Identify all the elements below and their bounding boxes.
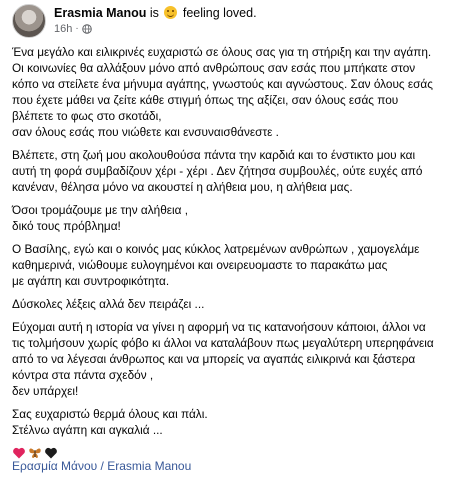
post-text-line: Στέλνω αγάπη και αγκαλιά ... xyxy=(12,423,163,437)
post-paragraph: Όσοι τρομάζουμε με την αλήθεια , δικό του… xyxy=(12,202,462,234)
post-text-line: δικό τους πρόβλημα! xyxy=(12,219,121,233)
header-line: Erasmia Manou is feeling loved. xyxy=(54,5,454,21)
is-word: is xyxy=(149,6,159,20)
post-text-line: κόντρα στα πάντα σχεδόν , xyxy=(12,368,154,382)
post-paragraph: Ο Βασίλης, εγώ και ο κοινός μας κύκλος λ… xyxy=(12,241,462,289)
post-text-line: Όσοι τρομάζουμε με την αλήθεια , xyxy=(12,203,189,217)
author-name[interactable]: Erasmia Manou xyxy=(54,6,146,20)
post-body: Ένα μεγάλο και ειλικρινές ευχαριστώ σε ό… xyxy=(12,44,462,461)
post-text-line: Ένα μεγάλο και ειλικρινές ευχαριστώ σε ό… xyxy=(12,45,432,59)
post-text-line: Δύσκολες λέξεις αλλά δεν πειράζει ... xyxy=(12,297,205,311)
post-text-line: με αγάπη και συντροφικότητα. xyxy=(12,274,170,288)
tag-link-greek[interactable]: Ερασμία Μάνου xyxy=(12,459,97,473)
post-text-line: Σας ευχαριστώ θερμά όλους και πάλι. xyxy=(12,407,208,421)
post-paragraph: Σας ευχαριστώ θερμά όλους και πάλι. Στέλν… xyxy=(12,406,462,438)
post-paragraph: Δύσκολες λέξεις αλλά δεν πειράζει ... xyxy=(12,296,462,312)
post-text-line: που έχετε μάθει να ζείτε κάθε στιγμή όπω… xyxy=(12,93,399,107)
author-avatar[interactable] xyxy=(12,4,46,38)
smiling-face-hearts-icon xyxy=(164,6,178,19)
post-text-line: δεν υπάρχει! xyxy=(12,384,79,398)
post-text-line: Εύχομαι αυτή η ιστορία να γίνει η αφορμή… xyxy=(12,320,426,334)
post-text-line: από το να λέγεσαι άνθρωπος και να μπορεί… xyxy=(12,352,416,366)
post-text-line: καθημερινά, νιώθουμε ευλογημένοι και ονε… xyxy=(12,258,388,272)
tag-separator: / xyxy=(100,459,104,473)
post-text-line: τις τολμήσουν χωρίς φόβο κι άλλοι να κατ… xyxy=(12,336,434,350)
post-paragraph: Εύχομαι αυτή η ιστορία να γίνει η αφορμή… xyxy=(12,319,462,399)
feeling-text: feeling loved. xyxy=(182,6,257,20)
post-paragraph: Βλέπετε, στη ζωή μου ακολουθούσα πάντα τ… xyxy=(12,147,462,195)
post-header: Erasmia Manou is feeling loved. 16h · xyxy=(12,3,458,39)
post-paragraph: Ένα μεγάλο και ειλικρινές ευχαριστώ σε ό… xyxy=(12,44,462,140)
meta-separator: · xyxy=(75,23,79,34)
post-meta: 16h · xyxy=(54,22,454,36)
post-text-line: αυτή τη φορά συμβαδίζουν χέρι - χέρι . Δ… xyxy=(12,164,423,178)
tag-link-latin[interactable]: Erasmia Manou xyxy=(107,459,191,473)
post-text-line: Οι κοινωνίες θα αλλάξουν μόνο από ανθρώπ… xyxy=(12,61,416,75)
post-text-line: κανέναν, θέλησα μόνο να ακουστεί η αλήθε… xyxy=(12,180,353,194)
tags-line: Ερασμία Μάνου / Erasmia Manou xyxy=(12,458,191,474)
post-text-line: κόπο να στείλετε ένα μήνυμα αγάπης, γνωσ… xyxy=(12,77,433,91)
post-text-line: σαν όλους εσάς που νιώθετε και ενσυναισθ… xyxy=(12,125,279,139)
facebook-post: Erasmia Manou is feeling loved. 16h · Έν… xyxy=(0,0,470,484)
post-text-line: βλέπετε το φως στο σκοτάδι, xyxy=(12,109,162,123)
post-time[interactable]: 16h xyxy=(54,22,72,36)
header-text: Erasmia Manou is feeling loved. 16h · xyxy=(54,5,454,36)
post-text-line: Ο Βασίλης, εγώ και ο κοινός μας κύκλος λ… xyxy=(12,242,420,256)
globe-icon[interactable] xyxy=(81,24,92,34)
post-text-line: Βλέπετε, στη ζωή μου ακολουθούσα πάντα τ… xyxy=(12,148,416,162)
